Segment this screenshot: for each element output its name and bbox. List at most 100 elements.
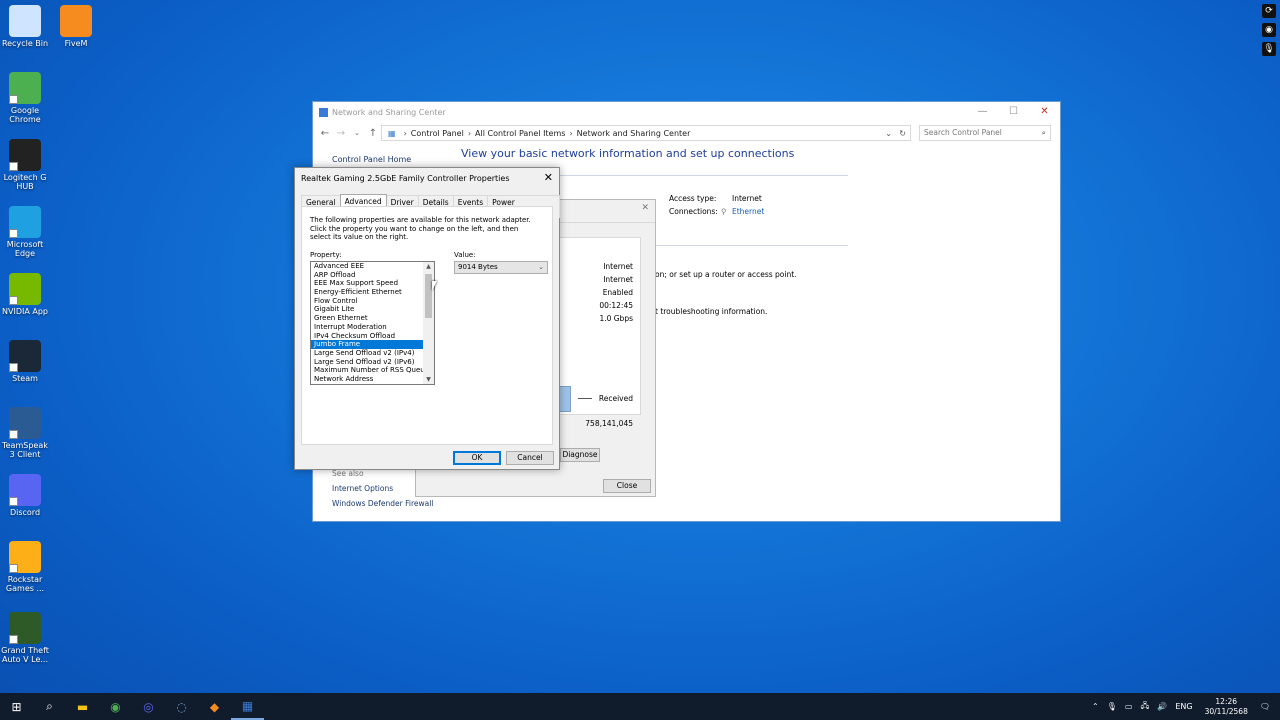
desktop-icon-discord[interactable]: Discord [0, 474, 50, 517]
desktop-icon-gta[interactable]: Grand Theft Auto V Le... [0, 612, 50, 664]
ipv4-connectivity-value: Internet [603, 262, 633, 271]
property-label: Property: [310, 251, 342, 259]
received-bytes: 758,141,045 [585, 419, 633, 428]
notification-icon[interactable]: 🗨 [1260, 702, 1270, 711]
close-button[interactable]: ✕ [1029, 102, 1060, 122]
property-list-item[interactable]: IPv4 Checksum Offload [311, 332, 423, 341]
gta-icon [9, 612, 41, 644]
desktop-icon-steam[interactable]: Steam [0, 340, 50, 383]
discord-icon [9, 474, 41, 506]
volume-icon[interactable]: 🔊 [1157, 702, 1167, 711]
language-indicator[interactable]: ENG [1175, 702, 1192, 711]
desktop-icon-nvidia[interactable]: NVIDIA App [0, 273, 50, 316]
rockstar-icon [9, 541, 41, 573]
setup-text: on; or set up a router or access point. [655, 270, 797, 279]
property-list-item[interactable]: Interrupt Moderation [311, 323, 423, 332]
taskbar-file-explorer-icon[interactable]: ▬ [66, 693, 99, 720]
shortcut-arrow-icon [9, 162, 18, 171]
minimize-button[interactable]: — [967, 102, 998, 122]
back-arrow-icon[interactable]: ← [317, 128, 333, 139]
search-input[interactable]: Search Control Panel ⌕ [919, 125, 1051, 141]
desktop-icon-label: NVIDIA App [2, 307, 48, 316]
eth-close-icon[interactable]: ✕ [641, 203, 649, 213]
scroll-up-icon[interactable]: ▲ [423, 263, 434, 270]
taskbar-fivem-icon[interactable]: ◆ [198, 693, 231, 720]
search-placeholder: Search Control Panel [924, 128, 1002, 137]
network-icon[interactable]: 🖧 [1140, 700, 1149, 714]
eth-close-button[interactable]: Close [603, 479, 651, 493]
desktop-icon-label: Recycle Bin [1, 39, 49, 48]
maximize-button[interactable]: ☐ [998, 102, 1029, 122]
property-list-item[interactable]: ARP Offload [311, 271, 423, 280]
clock[interactable]: 12:26 30/11/2568 [1205, 697, 1248, 717]
property-list-item[interactable]: EEE Max Support Speed [311, 279, 423, 288]
access-type-value: Internet [732, 194, 762, 203]
cancel-button[interactable]: Cancel [506, 451, 554, 465]
ok-button[interactable]: OK [453, 451, 501, 465]
desktop-icon-teamspeak[interactable]: TeamSpeak 3 Client [0, 407, 50, 459]
shortcut-arrow-icon [9, 635, 18, 644]
property-listbox[interactable]: Advanced EEE ARP Offload EEE Max Support S… [310, 261, 435, 385]
taskbar-discord-icon[interactable]: ◎ [132, 693, 165, 720]
property-list-item[interactable]: Large Send Offload v2 (IPv6) [311, 358, 423, 367]
taskbar-teamspeak-icon[interactable]: ◌ [165, 693, 198, 720]
taskbar-start-icon[interactable]: ⊞ [0, 693, 33, 720]
refresh-icon[interactable]: ↻ [899, 129, 906, 138]
shortcut-arrow-icon [9, 363, 18, 372]
property-list-item[interactable]: Gigabit Lite [311, 305, 423, 314]
scroll-down-icon[interactable]: ▼ [423, 376, 434, 383]
screen-capture-icon[interactable]: ⟳ [1262, 4, 1276, 18]
desktop-icon-rockstar[interactable]: Rockstar Games ... [0, 541, 50, 593]
clock-date: 30/11/2568 [1204, 706, 1248, 716]
control-panel-icon: ▦ [388, 128, 396, 138]
internet-options-link[interactable]: Internet Options [332, 484, 393, 493]
property-list-item[interactable]: Energy-Efficient Ethernet [311, 288, 423, 297]
property-list-item[interactable]: Advanced EEE [311, 262, 423, 271]
forward-arrow-icon[interactable]: → [333, 128, 349, 139]
adapter-properties-dialog: Realtek Gaming 2.5GbE Family Controller … [294, 167, 560, 470]
advanced-description: The following properties are available f… [310, 216, 531, 241]
access-type-label: Access type: [669, 194, 717, 203]
address-dropdown-icon[interactable]: ⌄ [885, 129, 892, 138]
record-icon[interactable]: ◉ [1262, 23, 1276, 37]
taskbar-chrome-icon[interactable]: ◉ [99, 693, 132, 720]
recent-dropdown-icon[interactable]: ⌄ [349, 129, 365, 137]
taskbar-search-icon[interactable]: ⌕ [33, 693, 66, 720]
desktop-icon-logitech[interactable]: Logitech G HUB [0, 139, 50, 191]
desktop-icon-fivem[interactable]: FiveM [51, 5, 101, 48]
breadcrumb-control-panel[interactable]: Control Panel [411, 129, 464, 138]
nsc-title: Network and Sharing Center [332, 107, 446, 117]
shortcut-arrow-icon [9, 497, 18, 506]
props-close-icon[interactable]: ✕ [544, 171, 553, 184]
desktop-icon-label: Google Chrome [9, 106, 41, 124]
property-list-item[interactable]: Large Send Offload v2 (IPv4) [311, 349, 423, 358]
control-panel-home-link[interactable]: Control Panel Home [332, 155, 411, 164]
property-list-item[interactable]: Green Ethernet [311, 314, 423, 323]
breadcrumb-nsc[interactable]: Network and Sharing Center [577, 129, 691, 138]
desktop-icon-chrome[interactable]: Google Chrome [0, 72, 50, 124]
diagnose-button[interactable]: Diagnose [560, 448, 600, 462]
breadcrumb-all-items[interactable]: All Control Panel Items [475, 129, 565, 138]
property-list-item[interactable]: Maximum Number of RSS Queues [311, 366, 433, 375]
property-list-item[interactable]: Network Address [311, 375, 423, 384]
address-bar[interactable]: ▦ › Control Panel › All Control Panel It… [381, 125, 911, 141]
desktop-icon-recycle-bin[interactable]: Recycle Bin [0, 5, 50, 48]
microphone-tray-icon[interactable]: 🎙 [1107, 702, 1117, 711]
see-also-heading: See also [332, 469, 364, 478]
firewall-link[interactable]: Windows Defender Firewall [332, 499, 433, 508]
connections-label: Connections: [669, 207, 718, 216]
scroll-thumb[interactable] [425, 274, 432, 318]
up-arrow-icon[interactable]: ↑ [365, 128, 381, 139]
value-dropdown[interactable]: 9014 Bytes ⌄ [454, 261, 548, 274]
chevron-up-icon[interactable]: ⌃ [1092, 702, 1099, 711]
microphone-icon[interactable]: 🎙 [1262, 42, 1276, 56]
property-list-item[interactable]: Jumbo Frame [311, 340, 423, 349]
nsc-window-icon [319, 107, 328, 117]
property-list-item[interactable]: Flow Control [311, 297, 423, 306]
speed-value: 1.0 Gbps [599, 314, 633, 323]
taskbar-control-panel-icon[interactable]: ▦ [231, 693, 264, 720]
battery-icon[interactable]: ▭ [1125, 702, 1133, 711]
ethernet-link[interactable]: Ethernet [732, 207, 764, 216]
nvidia-icon [9, 273, 41, 305]
desktop-icon-edge[interactable]: Microsoft Edge [0, 206, 50, 258]
